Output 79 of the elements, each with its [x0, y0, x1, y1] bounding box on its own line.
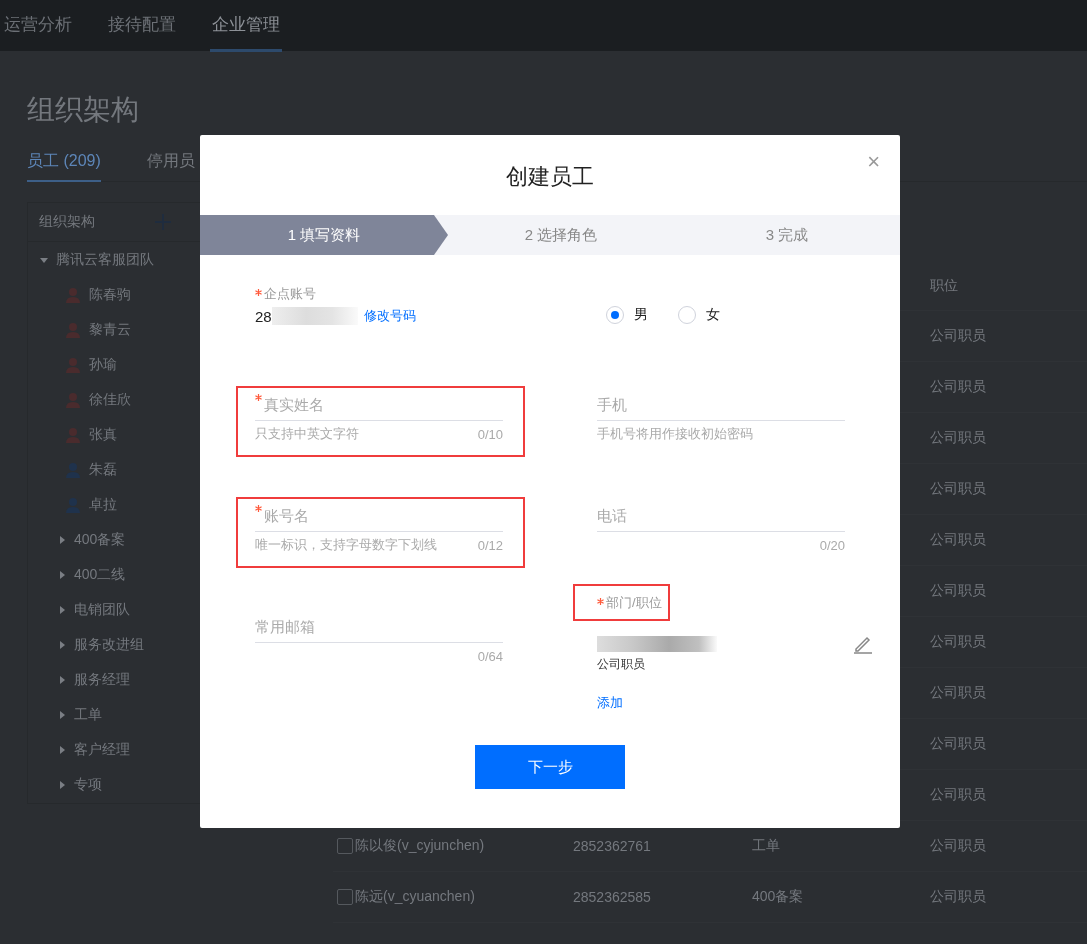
input-field[interactable]: 真实姓名	[255, 390, 503, 421]
table-cell: 公司职员	[930, 582, 986, 598]
page-title: 组织架构	[27, 93, 140, 127]
tab[interactable]: 员工 (209)	[27, 151, 101, 182]
expand-arrow-icon[interactable]	[58, 640, 66, 649]
input-field[interactable]: 手机	[597, 390, 845, 421]
radio-option[interactable]: 女	[678, 306, 720, 324]
edit-icon[interactable]	[853, 634, 873, 654]
tree-item[interactable]: 电销团队	[74, 600, 130, 619]
character-count: 0/64	[477, 648, 503, 664]
expand-arrow-icon[interactable]	[58, 535, 66, 544]
character-count: 0/12	[477, 537, 503, 553]
table-cell: 公司职员	[930, 735, 986, 751]
field-label: 部门/职位	[597, 594, 662, 612]
table-cell: 公司职员	[930, 327, 986, 343]
next-button[interactable]: 下一步	[475, 745, 625, 789]
table-cell: 陈远(v_cyuanchen)	[355, 888, 475, 904]
account-value: 28	[255, 307, 272, 325]
table-cell: 公司职员	[930, 378, 986, 394]
step: 3 完成	[674, 215, 900, 255]
table-cell: 公司职员	[930, 480, 986, 496]
table-cell: 公司职员	[930, 531, 986, 547]
dialog-title: 创建员工	[506, 163, 594, 191]
table-cell: 公司职员	[930, 633, 986, 649]
expand-arrow-icon[interactable]	[58, 570, 66, 579]
position-text: 公司职员	[597, 656, 646, 673]
collapse-arrow-icon[interactable]	[40, 255, 48, 264]
tree-item[interactable]: 400二线	[74, 565, 126, 584]
table-cell: 公司职员	[930, 429, 986, 445]
change-number-link[interactable]: 修改号码	[363, 307, 416, 325]
tree-item[interactable]: 工单	[74, 705, 102, 724]
table-cell: 2852362761	[573, 838, 651, 854]
input-field[interactable]: 电话	[597, 501, 845, 532]
tree-item[interactable]: 腾讯云客服团队	[56, 250, 154, 269]
tree-item[interactable]: 张真	[89, 425, 117, 444]
radio-option[interactable]: 男	[606, 306, 648, 324]
field-hint: 只支持中英文字符	[255, 425, 359, 443]
nav-tab[interactable]: 企业管理	[210, 0, 282, 52]
row-checkbox[interactable]	[337, 889, 353, 905]
tree-item[interactable]: 服务改进组	[74, 635, 144, 654]
step: 2 选择角色	[448, 215, 674, 255]
add-link[interactable]: 添加	[597, 695, 623, 710]
tree-item[interactable]: 陈春驹	[89, 285, 131, 304]
tree-item[interactable]: 专项	[74, 775, 102, 794]
table-cell: 公司职员	[930, 837, 986, 853]
input-field[interactable]: 账号名	[255, 501, 503, 532]
column-header: 职位	[930, 277, 959, 295]
tree-item[interactable]: 徐佳欣	[89, 390, 131, 409]
field-label: 企点账号	[255, 285, 503, 303]
step: 1 填写资料	[200, 215, 448, 255]
character-count: 0/20	[819, 537, 845, 553]
table-cell: 工单	[752, 837, 780, 853]
field-hint: 手机号将用作接收初始密码	[597, 425, 753, 443]
tab[interactable]: 停用员	[146, 151, 195, 182]
input-field[interactable]: 常用邮箱	[255, 612, 503, 643]
expand-arrow-icon[interactable]	[58, 675, 66, 684]
tree-item[interactable]: 朱磊	[89, 460, 117, 479]
panel-header: 组织架构	[39, 213, 95, 231]
expand-arrow-icon[interactable]	[58, 780, 66, 789]
close-button[interactable]: ×	[865, 149, 882, 175]
row-checkbox[interactable]	[337, 838, 353, 854]
tree-item[interactable]: 卓拉	[89, 495, 117, 514]
tree-item[interactable]: 孙瑜	[89, 355, 117, 374]
table-cell: 400备案	[752, 888, 804, 904]
expand-arrow-icon[interactable]	[58, 605, 66, 614]
expand-arrow-icon[interactable]	[58, 710, 66, 719]
table-cell: 陈以俊(v_cyjunchen)	[355, 837, 485, 853]
table-cell: 公司职员	[930, 684, 986, 700]
tree-item[interactable]: 黎青云	[89, 320, 131, 339]
expand-arrow-icon[interactable]	[58, 745, 66, 754]
tree-item[interactable]: 服务经理	[74, 670, 130, 689]
table-cell: 2852362585	[573, 889, 651, 905]
nav-tab[interactable]: 运营分析	[2, 0, 74, 52]
nav-tab[interactable]: 接待配置	[106, 0, 178, 52]
tree-item[interactable]: 客户经理	[74, 740, 130, 759]
table-cell: 公司职员	[930, 786, 986, 802]
character-count: 0/10	[477, 426, 503, 442]
tree-item[interactable]: 400备案	[74, 530, 126, 549]
table-cell: 公司职员	[930, 888, 986, 904]
